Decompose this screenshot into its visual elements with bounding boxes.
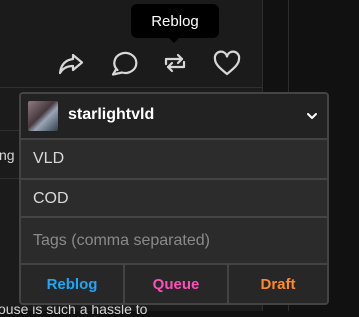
tag-label: COD: [33, 190, 69, 207]
draft-button[interactable]: Draft: [229, 265, 327, 303]
tag-item[interactable]: VLD: [21, 140, 327, 178]
post-text-snippet: ng: [0, 147, 15, 163]
heart-outline-icon[interactable]: [212, 48, 242, 78]
reblog-tooltip: Reblog: [131, 4, 219, 38]
reblog-icon[interactable]: [160, 48, 190, 78]
tooltip-arrow: [168, 37, 180, 43]
queue-button[interactable]: Queue: [125, 265, 227, 303]
tag-label: VLD: [33, 150, 65, 167]
blog-name: starlightvld: [68, 106, 155, 123]
tags-input[interactable]: [21, 218, 327, 263]
post-divider: [0, 130, 20, 131]
post-divider: [0, 178, 20, 179]
chat-bubble-icon[interactable]: [109, 48, 139, 78]
share-icon[interactable]: [56, 48, 86, 78]
blog-avatar: [28, 101, 58, 131]
tooltip-label: Reblog: [151, 12, 199, 30]
post-footer-divider: [0, 87, 262, 88]
reblog-button[interactable]: Reblog: [21, 265, 123, 303]
post-actions-row: Reblog Queue Draft: [21, 265, 327, 303]
chevron-down-icon[interactable]: [305, 109, 319, 123]
tag-item[interactable]: COD: [21, 180, 327, 218]
reblog-panel: starlightvld VLD COD Reblog Queue Draft: [19, 92, 329, 305]
blog-selector[interactable]: starlightvld: [21, 94, 327, 138]
